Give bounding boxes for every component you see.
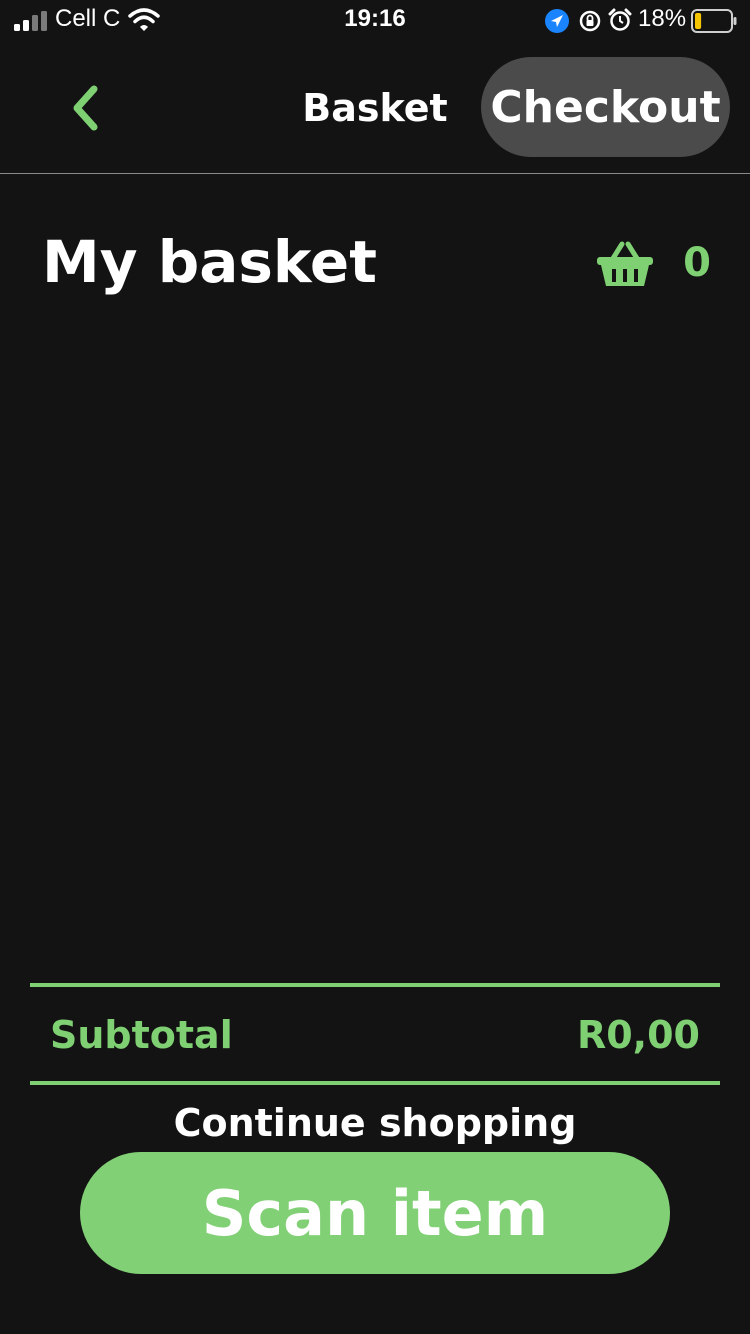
location-icon (545, 9, 569, 33)
basket-item-count: 0 (683, 240, 711, 286)
nav-bar: Basket Checkout (0, 40, 750, 174)
battery-icon (691, 9, 737, 33)
continue-shopping-label: Continue shopping (173, 1101, 577, 1145)
subtotal-bottom-divider (30, 1081, 720, 1085)
basket-icon (597, 241, 653, 286)
checkout-button[interactable]: Checkout (481, 57, 730, 157)
scan-item-button[interactable]: Scan item (80, 1152, 670, 1274)
status-bar: Cell C 19:16 18% (0, 0, 750, 40)
subtotal-top-divider (30, 983, 720, 987)
battery-percent: 18% (638, 5, 687, 32)
subtotal-value: R0,00 (576, 1013, 700, 1057)
alarm-icon (608, 8, 632, 31)
rotation-lock-icon (579, 10, 601, 32)
nav-title: Basket (302, 86, 448, 130)
back-button[interactable] (60, 80, 110, 136)
page-title: My basket (42, 228, 377, 296)
chevron-left-icon (73, 85, 98, 131)
subtotal-label: Subtotal (50, 1013, 233, 1057)
